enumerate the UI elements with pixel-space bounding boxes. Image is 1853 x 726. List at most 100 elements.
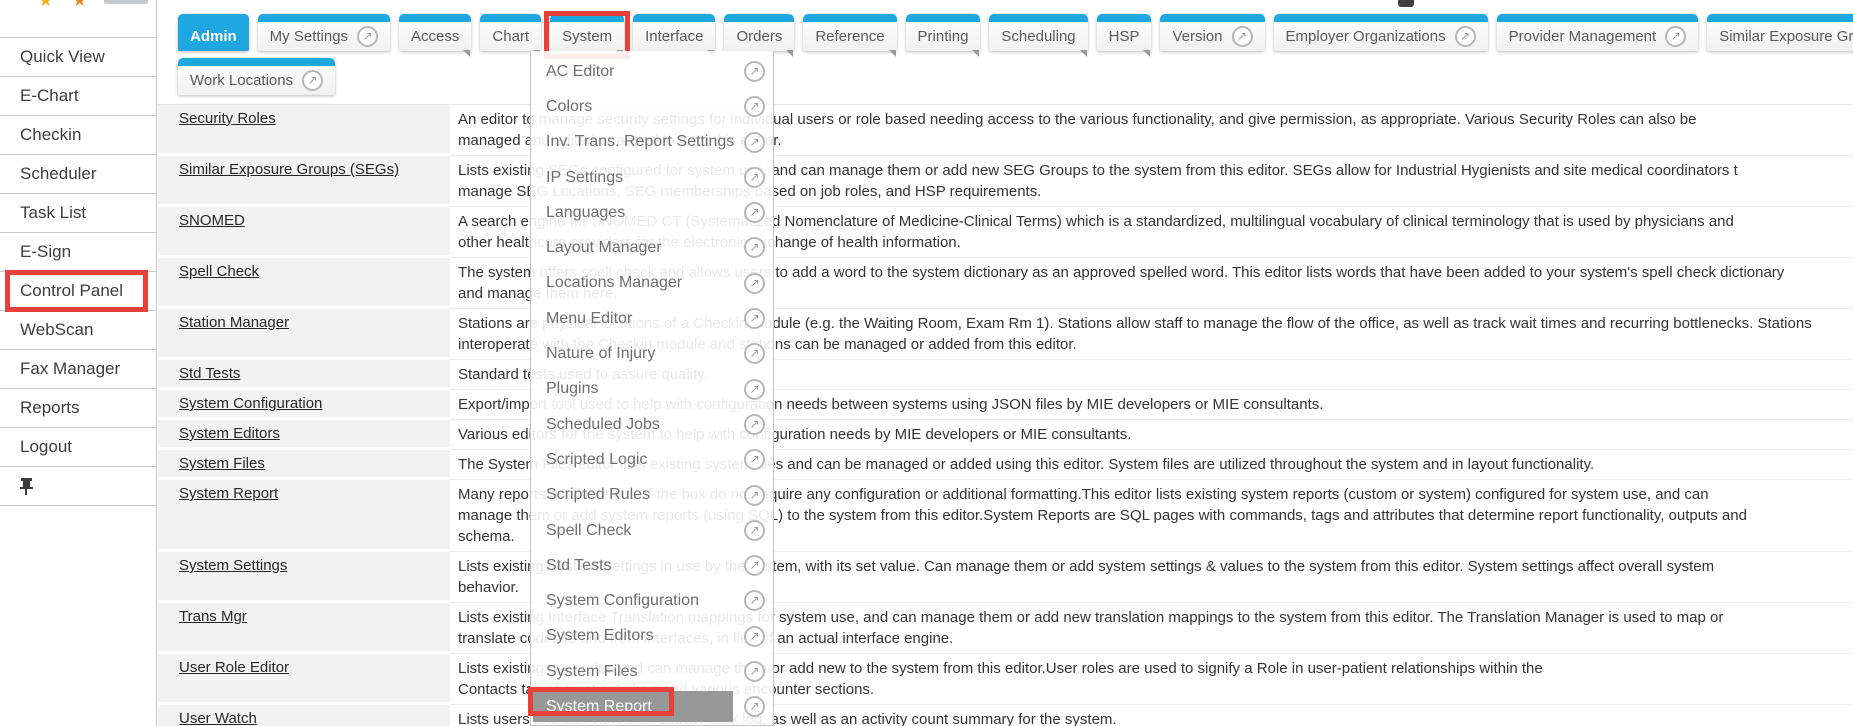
menu-item-label: AC Editor bbox=[546, 63, 614, 81]
tab[interactable]: Reference bbox=[803, 14, 896, 51]
editor-link[interactable]: System Configuration bbox=[179, 395, 322, 412]
tab[interactable]: Scheduling bbox=[989, 14, 1087, 51]
tab[interactable]: Provider Management bbox=[1497, 14, 1699, 51]
tab-label: Printing bbox=[918, 28, 969, 45]
editor-link[interactable]: System Settings bbox=[179, 557, 287, 574]
sidebar-item[interactable]: Checkin bbox=[0, 116, 156, 155]
popout-arrow-icon[interactable] bbox=[744, 308, 765, 329]
editor-link[interactable]: Similar Exposure Groups (SEGs) bbox=[179, 161, 399, 178]
editor-link[interactable]: User Role Editor bbox=[179, 659, 289, 676]
menu-item[interactable]: Spell Check bbox=[531, 513, 773, 548]
menu-item[interactable]: Plugins bbox=[531, 372, 773, 407]
sidebar-item[interactable]: Logout bbox=[0, 428, 156, 467]
tab[interactable]: Admin bbox=[178, 14, 249, 51]
editor-link[interactable]: Trans Mgr bbox=[179, 608, 247, 625]
menu-item[interactable]: Languages bbox=[531, 195, 773, 230]
menu-item[interactable]: Locations Manager bbox=[531, 266, 773, 301]
popout-arrow-icon[interactable] bbox=[744, 590, 765, 611]
popout-arrow-icon[interactable] bbox=[302, 70, 323, 91]
tab[interactable]: My Settings bbox=[258, 14, 390, 51]
popout-arrow-icon[interactable] bbox=[744, 273, 765, 294]
popout-arrow-icon[interactable] bbox=[744, 520, 765, 541]
editor-link[interactable]: Station Manager bbox=[179, 314, 289, 331]
tab[interactable]: Similar Exposure Groups (SEGs) bbox=[1707, 14, 1853, 51]
editor-link[interactable]: System Files bbox=[179, 455, 265, 472]
editor-link[interactable]: User Watch bbox=[179, 710, 257, 726]
popout-arrow-icon[interactable] bbox=[1232, 26, 1253, 47]
star-icon: ★ bbox=[38, 0, 53, 11]
menu-item-label: System Report bbox=[546, 698, 652, 716]
tab[interactable]: System bbox=[550, 14, 624, 51]
popout-arrow-icon[interactable] bbox=[744, 661, 765, 682]
sidebar-item[interactable]: WebScan bbox=[0, 311, 156, 350]
editor-link[interactable]: Spell Check bbox=[179, 263, 259, 280]
popout-arrow-icon[interactable] bbox=[744, 449, 765, 470]
menu-item-label: System Editors bbox=[546, 627, 654, 645]
sidebar-item[interactable]: E-Sign bbox=[0, 233, 156, 272]
sidebar-item[interactable]: Control Panel bbox=[0, 272, 156, 311]
tab[interactable]: Access bbox=[399, 14, 471, 51]
tab[interactable]: Employer Organizations bbox=[1274, 14, 1488, 51]
menu-item[interactable]: Scheduled Jobs bbox=[531, 407, 773, 442]
popout-arrow-icon[interactable] bbox=[744, 555, 765, 576]
sidebar-item[interactable]: Reports bbox=[0, 389, 156, 428]
tab-label: HSP bbox=[1109, 28, 1140, 45]
popout-arrow-icon[interactable] bbox=[744, 61, 765, 82]
popout-arrow-icon[interactable] bbox=[357, 26, 378, 47]
menu-item[interactable]: Scripted Rules bbox=[531, 478, 773, 513]
editor-link[interactable]: System Report bbox=[179, 485, 278, 502]
popout-arrow-icon[interactable] bbox=[744, 379, 765, 400]
menu-item[interactable]: Scripted Logic bbox=[531, 442, 773, 477]
menu-item[interactable]: Colors bbox=[531, 89, 773, 124]
tab[interactable]: Chart bbox=[480, 14, 541, 51]
sidebar-item[interactable]: Fax Manager bbox=[0, 350, 156, 389]
sidebar-item[interactable]: Scheduler bbox=[0, 155, 156, 194]
popout-arrow-icon[interactable] bbox=[744, 132, 765, 153]
control-panel-table: Security Roles An editor to manage secur… bbox=[158, 104, 1853, 726]
popout-arrow-icon[interactable] bbox=[744, 626, 765, 647]
menu-item[interactable]: System Editors bbox=[531, 619, 773, 654]
menu-item[interactable]: System Configuration bbox=[531, 583, 773, 618]
editor-link-cell: User Watch bbox=[158, 705, 450, 726]
menu-item[interactable]: System Files bbox=[531, 654, 773, 689]
menu-item[interactable]: Nature of Injury bbox=[531, 336, 773, 371]
popout-arrow-icon[interactable] bbox=[744, 202, 765, 223]
sidebar-item[interactable]: Task List bbox=[0, 194, 156, 233]
popout-arrow-icon[interactable] bbox=[744, 96, 765, 117]
editor-link[interactable]: Security Roles bbox=[179, 110, 276, 127]
editor-link-cell: Spell Check bbox=[158, 258, 450, 309]
editor-link[interactable]: Std Tests bbox=[179, 365, 240, 382]
menu-item-label: Spell Check bbox=[546, 522, 631, 540]
menu-item-label: Scripted Logic bbox=[546, 451, 647, 469]
menu-item[interactable]: Std Tests bbox=[531, 548, 773, 583]
popout-arrow-icon[interactable] bbox=[744, 167, 765, 188]
menu-item[interactable]: IP Settings bbox=[531, 160, 773, 195]
tab-label: Interface bbox=[645, 28, 703, 45]
menu-item[interactable]: Menu Editor bbox=[531, 301, 773, 336]
menu-item[interactable]: Inv. Trans. Report Settings bbox=[531, 125, 773, 160]
tab[interactable]: Printing bbox=[906, 14, 981, 51]
menu-item[interactable]: AC Editor bbox=[531, 54, 773, 89]
popout-arrow-icon[interactable] bbox=[1455, 26, 1476, 47]
tab[interactable]: Version bbox=[1160, 14, 1264, 51]
pushpin-icon[interactable] bbox=[20, 478, 33, 495]
table-row: Spell Check The system offers spell chec… bbox=[158, 258, 1853, 309]
tab[interactable]: Orders bbox=[724, 14, 794, 51]
popout-arrow-icon[interactable] bbox=[744, 414, 765, 435]
sidebar: ★ ★ Quick View E-Chart Checkin Scheduler… bbox=[0, 0, 157, 726]
sidebar-item[interactable]: Quick View bbox=[0, 38, 156, 77]
popout-arrow-icon[interactable] bbox=[744, 343, 765, 364]
menu-item-label: System Configuration bbox=[546, 592, 699, 610]
popout-arrow-icon[interactable] bbox=[1665, 26, 1686, 47]
editor-link[interactable]: System Editors bbox=[179, 425, 280, 442]
menu-item[interactable]: System Report bbox=[531, 689, 773, 724]
sidebar-item[interactable]: E-Chart bbox=[0, 77, 156, 116]
tab[interactable]: Work Locations bbox=[178, 58, 335, 95]
popout-arrow-icon[interactable] bbox=[744, 696, 765, 717]
popout-arrow-icon[interactable] bbox=[744, 485, 765, 506]
tab[interactable]: HSP bbox=[1097, 14, 1152, 51]
popout-arrow-icon[interactable] bbox=[744, 237, 765, 258]
menu-item[interactable]: Layout Manager bbox=[531, 230, 773, 265]
editor-link[interactable]: SNOMED bbox=[179, 212, 245, 229]
tab[interactable]: Interface bbox=[633, 14, 715, 51]
